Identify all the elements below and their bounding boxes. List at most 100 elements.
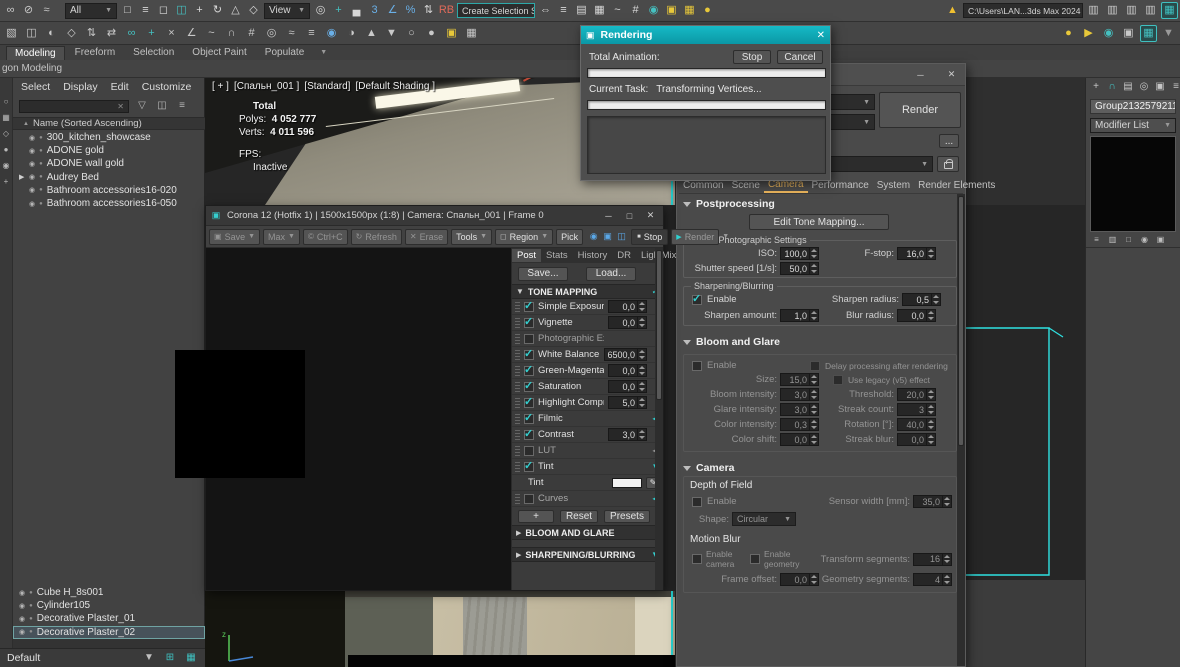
toolbar-icon[interactable]: □ <box>119 2 136 19</box>
pick-button[interactable]: Pick <box>556 229 583 245</box>
command-panel-tab-icon[interactable]: + <box>1089 80 1103 94</box>
vfb-tab[interactable]: DR <box>612 249 636 262</box>
vfb-view-icon[interactable]: ◉ <box>587 230 600 244</box>
toolbar-icon[interactable]: ◎ <box>263 25 280 42</box>
row-spinner[interactable]: 0,0 <box>608 316 647 329</box>
sharpen-radius-spinner[interactable]: 0,5 <box>902 293 941 306</box>
stop-button[interactable]: Stop <box>733 50 771 64</box>
viewport-menu-renderer[interactable]: [Standard] <box>304 81 350 92</box>
toolbar-icon[interactable]: ▥ <box>1085 2 1102 19</box>
viewport-menu-pov[interactable]: [Спальн_001 ] <box>234 81 299 92</box>
toolbar-icon[interactable]: ▦ <box>1161 2 1178 19</box>
toolbar-icon[interactable]: + <box>191 2 208 19</box>
toolbar-icon[interactable]: % <box>402 2 419 19</box>
region-button[interactable]: ◻Region▼ <box>495 229 553 245</box>
project-path-field[interactable]: C:\Users\LAN...3ds Max 2024 <box>963 3 1083 18</box>
toolbar-icon[interactable]: ≡ <box>555 2 572 19</box>
row-checkbox[interactable] <box>524 366 534 376</box>
command-panel-tab-icon[interactable]: ▣ <box>1153 80 1167 94</box>
value-spinner[interactable]: 3 <box>897 403 936 416</box>
toolbar-icon[interactable]: ▤ <box>573 2 590 19</box>
row-checkbox[interactable] <box>524 414 534 424</box>
row-checkbox[interactable] <box>524 350 534 360</box>
bokeh-shape-dropdown[interactable]: Circular▼ <box>732 512 796 526</box>
explorer-list-item[interactable]: ◉ ● Cube H_8s001 <box>13 586 205 599</box>
toolbar-icon[interactable]: ▣ <box>663 2 680 19</box>
toolbar-icon[interactable]: ≈ <box>38 2 55 19</box>
erase-button[interactable]: ✕Erase <box>405 229 448 245</box>
explorer-tool-icon[interactable]: ▦ <box>0 112 12 124</box>
stack-tool-icon[interactable]: ◉ <box>1139 234 1150 246</box>
vfb-view-icon[interactable]: ◫ <box>615 230 628 244</box>
toolbar-icon[interactable]: ◐ <box>43 25 60 42</box>
value-spinner[interactable]: 3,0 <box>780 403 819 416</box>
camera-header[interactable]: Camera <box>683 462 735 474</box>
create-selection-set-dropdown[interactable]: Create Selection Se▼ <box>457 3 535 18</box>
explorer-list-item[interactable]: ▶ ◉ ● Bathroom accessories16-050 <box>13 197 205 210</box>
mb-enable-geometry-checkbox[interactable] <box>750 554 760 564</box>
fstop-spinner[interactable]: 16,0 <box>897 247 936 260</box>
row-spinner[interactable]: 6500,0 <box>604 348 647 361</box>
toolbar-icon[interactable]: △ <box>227 2 244 19</box>
toolbar-icon[interactable]: × <box>163 25 180 42</box>
minimize-button[interactable]: ─ <box>913 68 928 81</box>
row-spinner[interactable]: 0,0 <box>608 380 647 393</box>
footer-view-icon[interactable]: ⊞ <box>163 651 177 665</box>
vfb-tab[interactable]: History <box>573 249 613 262</box>
drag-handle[interactable] <box>515 318 520 328</box>
drag-handle[interactable] <box>515 350 520 360</box>
explorer-column-header[interactable]: ▲ Name (Sorted Ascending) <box>13 117 205 130</box>
toolbar-icon[interactable]: ▲ <box>363 25 380 42</box>
save-file-browse-button[interactable]: ... <box>939 134 959 148</box>
search-input[interactable]: ✕ <box>19 100 129 113</box>
explorer-tool-icon[interactable]: ● <box>0 144 12 156</box>
delay-processing-checkbox[interactable] <box>810 361 820 371</box>
drag-handle[interactable] <box>515 302 520 312</box>
toolbar-icon[interactable]: ● <box>423 25 440 42</box>
legacy-effect-checkbox[interactable] <box>833 375 843 385</box>
copy-button[interactable]: ©Ctrl+C <box>303 229 348 245</box>
visibility-icon[interactable]: ◉ <box>29 134 35 142</box>
toolbar-icon[interactable]: ~ <box>609 2 626 19</box>
explorer-menu-item[interactable]: Edit <box>111 81 129 93</box>
transform-segments-spinner[interactable]: 16 <box>913 553 952 566</box>
stack-tool-icon[interactable]: ▣ <box>1155 234 1166 246</box>
render-setup-scrollbar[interactable] <box>957 194 965 666</box>
explorer-filter-icon[interactable]: ▽ <box>135 99 149 113</box>
toolbar-icon[interactable]: ▧ <box>3 25 20 42</box>
drag-handle[interactable] <box>515 334 520 344</box>
toolbar-icon[interactable]: ⊘ <box>20 2 37 19</box>
geometry-segments-spinner[interactable]: 4 <box>913 573 952 586</box>
explorer-list-item[interactable]: ▶ ◉ ● ADONE gold <box>13 144 205 157</box>
vfb-tab[interactable]: Stats <box>541 249 573 262</box>
postprocessing-header[interactable]: Postprocessing <box>683 198 775 210</box>
drag-handle[interactable] <box>515 382 520 392</box>
toolbar-icon[interactable]: # <box>243 25 260 42</box>
toolbar-icon[interactable]: ≡ <box>303 25 320 42</box>
toolbar-icon[interactable]: ● <box>1060 25 1077 42</box>
drag-handle[interactable] <box>515 414 520 424</box>
reset-button[interactable]: Reset <box>560 510 598 523</box>
start-render-button[interactable]: ▶Render <box>671 229 719 245</box>
toolbar-icon[interactable]: ▦ <box>463 25 480 42</box>
shutter-spinner[interactable]: 50,0 <box>780 262 819 275</box>
view-dropdown[interactable]: View▼ <box>264 3 310 19</box>
vfb-titlebar[interactable]: ▣ Corona 12 (Hotfix 1) | 1500x1500px (1:… <box>206 206 663 226</box>
explorer-list-item[interactable]: ▶ ◉ ● Bathroom accessories16-020 <box>13 184 205 197</box>
bloom-size-spinner[interactable]: 15,0 <box>780 373 819 386</box>
toolbar-icon[interactable]: + <box>330 2 347 19</box>
modifier-list-dropdown[interactable]: Modifier List▼ <box>1090 118 1176 133</box>
explorer-filter-icon[interactable]: ≡ <box>175 99 189 113</box>
explorer-list-item[interactable]: ▶ ◉ ● Audrey Bed <box>13 171 205 184</box>
toolbar-icon[interactable]: ◉ <box>323 25 340 42</box>
visibility-icon[interactable]: ◉ <box>19 628 25 636</box>
toolbar-icon[interactable]: 3 <box>366 2 383 19</box>
value-spinner[interactable]: 0,3 <box>780 418 819 431</box>
footer-view-icon[interactable]: ▦ <box>184 651 198 665</box>
explorer-list-item[interactable]: ▶ ◉ ● ADONE wall gold <box>13 157 205 170</box>
value-spinner[interactable]: 0,0 <box>897 433 936 446</box>
row-checkbox[interactable] <box>524 398 534 408</box>
explorer-list-item[interactable]: ◉ ● Decorative Plaster_01 <box>13 612 205 625</box>
toolbar-icon[interactable]: ◇ <box>245 2 262 19</box>
workspace-label[interactable]: Default <box>7 652 134 664</box>
